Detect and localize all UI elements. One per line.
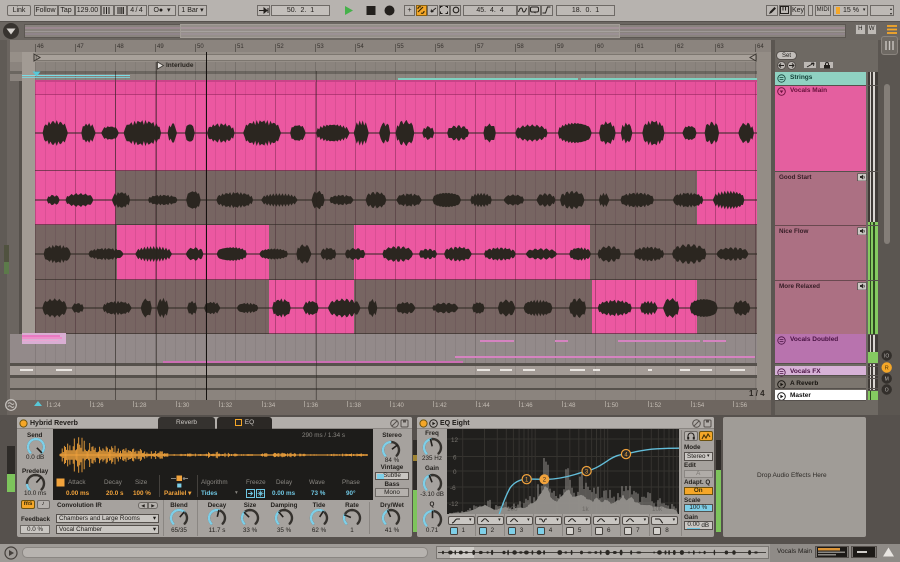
svg-text:1k: 1k — [582, 506, 590, 513]
svg-text:10k: 10k — [652, 506, 663, 513]
svg-text:6: 6 — [453, 454, 457, 461]
svg-text:0: 0 — [453, 469, 457, 476]
svg-text:100: 100 — [507, 506, 518, 513]
svg-text:O: O — [885, 388, 889, 394]
svg-text:IO: IO — [884, 354, 889, 360]
svg-text:R: R — [885, 365, 889, 371]
svg-text:-12: -12 — [449, 501, 459, 508]
svg-text:12: 12 — [451, 437, 459, 444]
svg-text:M: M — [885, 377, 889, 383]
svg-text:-6: -6 — [450, 485, 456, 492]
